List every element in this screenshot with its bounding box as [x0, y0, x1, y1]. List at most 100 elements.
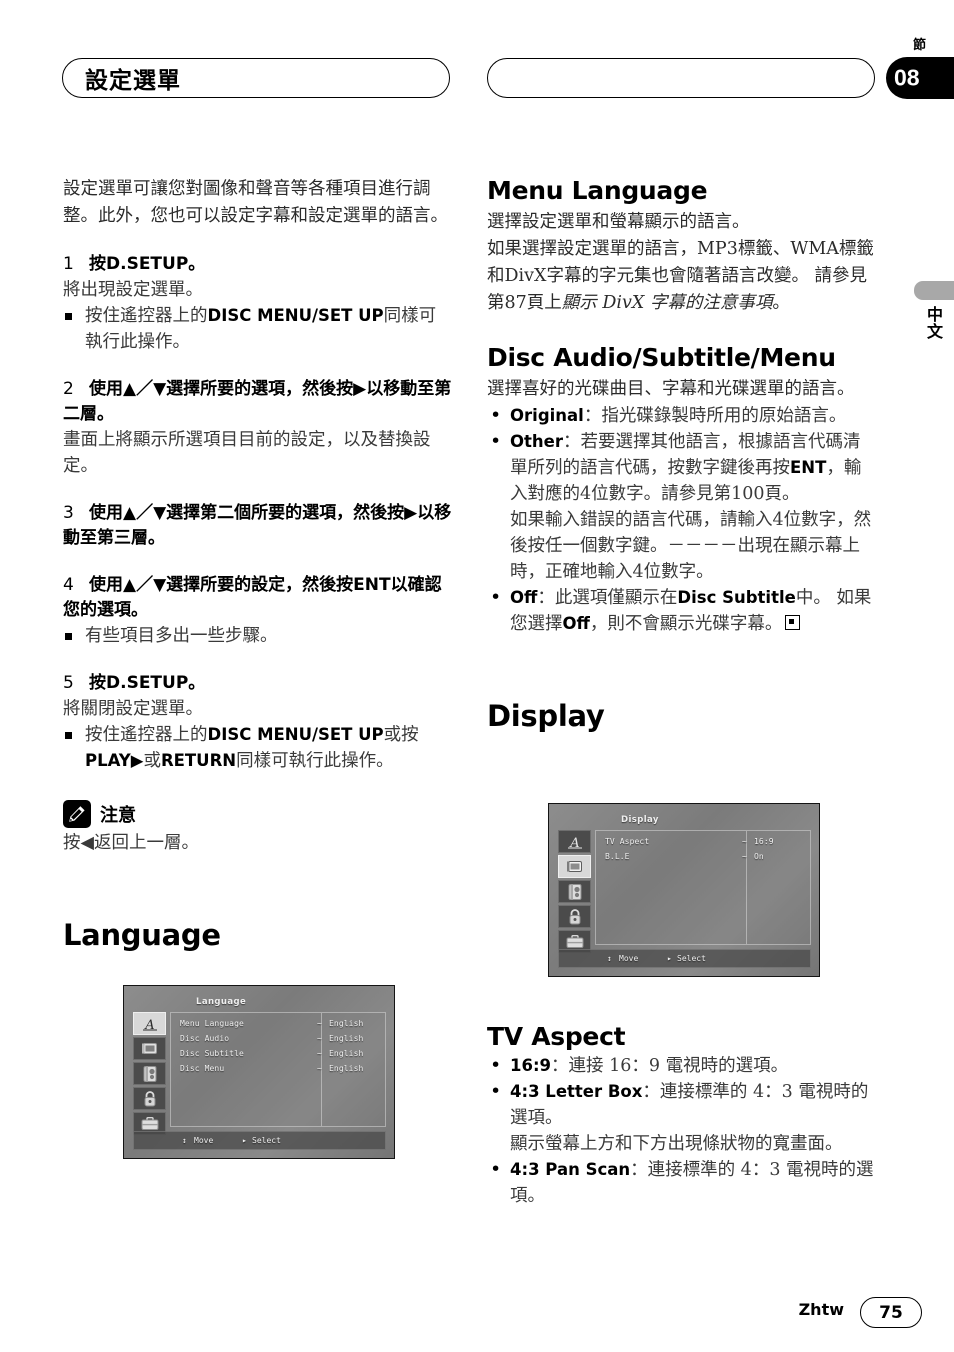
- bullet-key-off: Off: [562, 614, 590, 633]
- step-1-number: 1: [63, 254, 74, 274]
- tv-sep-1: ：: [642, 1082, 660, 1102]
- left-column: 設定選單可讓您對圖像和聲音等各種項目進行調整。此外，您也可以設定字幕和設定選單的…: [63, 176, 453, 962]
- menu-language-line3: 。: [772, 293, 790, 313]
- list-item: Other：若要選擇其他語言，根據語言代碼清單所列的語言代碼，按數字鍵後再按EN…: [487, 428, 877, 585]
- step-5-title: 按D.SETUP。: [89, 673, 206, 693]
- tv-extra-1: 顯示螢幕上方和下方出現條狀物的寬畫面。: [510, 1134, 843, 1154]
- osd-language-title: Language: [196, 997, 247, 1007]
- osd-screenshot-language: Language A Menu Language ~ English Disc …: [123, 985, 395, 1159]
- step-3: 3 使用▲／▼選擇第二個所要的選項，然後按▶以移動至第三層。: [63, 501, 453, 551]
- osd-language-row-3-value: English: [329, 1064, 364, 1073]
- osd-display-icon-rail: A: [558, 830, 591, 955]
- step-5-heading: 5 按D.SETUP。: [63, 671, 453, 696]
- osd-language-row-1-arrow: ~: [317, 1034, 322, 1043]
- page-header: 設定選單 節 08: [0, 0, 954, 120]
- disc-audio-heading: Disc Audio/Subtitle/Menu: [487, 343, 836, 372]
- right-column: Menu Language 選擇設定選單和螢幕顯示的語言。 如果選擇設定選單的語…: [487, 176, 877, 743]
- lock-icon: [133, 1087, 166, 1110]
- osd-display-move-glyph: ↕: [607, 954, 612, 963]
- step-2: 2 使用▲／▼選擇所要的選項，然後按▶以移動至第二層。 畫面上將顯示所選項目目前的…: [63, 377, 453, 479]
- osd-display-select-glyph: ▸: [667, 954, 672, 963]
- step-2-number: 2: [63, 379, 74, 399]
- step-5-note-key1: DISC MENU/SET UP: [207, 725, 384, 744]
- osd-screenshot-display: Display A TV Aspect ~ 16:9 B.L.E ~ On ↕ …: [548, 803, 820, 977]
- osd-display-row-1-arrow: ~: [742, 852, 747, 861]
- end-of-section-marker: [785, 615, 801, 630]
- bullet-sep-0: ：: [583, 406, 602, 426]
- bullet-extra-1: 如果輸入錯誤的語言代碼，請輸入4位數字，然後按任一個數字鍵。－－－－出現在顯示幕…: [510, 510, 872, 582]
- step-5-body: 將關閉設定選單。: [63, 699, 203, 719]
- step-3-title: 使用▲／▼選擇第二個所要的選項，然後按▶以移動至第三層。: [63, 503, 452, 548]
- bullet-term-original: Original: [510, 406, 584, 425]
- osd-display-footer: ↕ Move ▸ Select: [558, 949, 811, 968]
- bullet-term-16-9: 16:9: [510, 1056, 552, 1075]
- step-2-body: 畫面上將顯示所選項目目前的設定，以及替換設定。: [63, 430, 431, 476]
- osd-language-row-2-arrow: ~: [317, 1049, 322, 1058]
- osd-display-title: Display: [621, 815, 659, 825]
- osd-language-row-0: Menu Language ~ English: [171, 1017, 385, 1032]
- bullet-key-disc-subtitle: Disc Subtitle: [677, 588, 796, 607]
- chapter-badge: 08: [886, 57, 954, 99]
- menu-language-heading: Menu Language: [487, 176, 708, 205]
- osd-language-row-1-value: English: [329, 1034, 364, 1043]
- section-title-pill: 設定選單: [62, 58, 450, 98]
- step-5-note-pre: 按住遙控器上的: [85, 725, 208, 745]
- osd-language-row-1: Disc Audio ~ English: [171, 1032, 385, 1047]
- lock-icon: [558, 905, 591, 928]
- bullet-term-off: Off: [510, 588, 538, 607]
- osd-display-row-0-value: 16:9: [754, 837, 774, 846]
- osd-language-footer: ↕ Move ▸ Select: [133, 1131, 386, 1150]
- step-1-body: 將出現設定選單。: [63, 280, 203, 300]
- page-title: 設定選單: [85, 68, 181, 94]
- display-icon: [133, 1037, 166, 1060]
- header-right-pill: [487, 58, 875, 98]
- bullet-sep-1: ：: [563, 432, 581, 452]
- step-5-note-mid: 或按: [383, 725, 419, 745]
- step-5-number: 5: [63, 673, 74, 693]
- bullet-sep-2: ：: [537, 588, 555, 608]
- osd-display-row-1-value: On: [754, 852, 764, 861]
- step-5-note-key2: PLAY▶: [85, 751, 144, 770]
- step-1-note: 按住遙控器上的DISC MENU/SET UP同樣可執行此操作。: [63, 303, 453, 355]
- language-icon: A: [558, 830, 591, 853]
- tv-text-0: 連接 16：9 電視時的選項。: [568, 1056, 789, 1076]
- step-5-note-post: 同樣可執行此操作。: [236, 751, 394, 771]
- note-body: 按◀返回上一層。: [63, 833, 199, 853]
- step-4-number: 4: [63, 575, 74, 595]
- disc-audio-intro: 選擇喜好的光碟曲目、字幕和光碟選單的語言。: [487, 379, 855, 399]
- osd-language-row-3: Disc Menu ~ English: [171, 1062, 385, 1077]
- step-3-number: 3: [63, 503, 74, 523]
- osd-display-row-0-label: TV Aspect: [605, 837, 650, 846]
- osd-language-row-2-value: English: [329, 1049, 364, 1058]
- osd-display-row-1-label: B.L.E: [605, 852, 630, 861]
- intro-paragraph: 設定選單可讓您對圖像和聲音等各種項目進行調整。此外，您也可以設定字幕和設定選單的…: [63, 179, 448, 226]
- step-4: 4 使用▲／▼選擇所要的設定，然後按ENT以確認您的選項。 有些項目多出一些步驟。: [63, 573, 453, 649]
- step-1: 1 按D.SETUP。 將出現設定選單。 按住遙控器上的DISC MENU/SET…: [63, 252, 453, 355]
- audio-icon: [558, 880, 591, 903]
- osd-language-row-3-arrow: ~: [317, 1064, 322, 1073]
- step-5-note-mid2: 或: [143, 751, 161, 771]
- osd-language-row-2: Disc Subtitle ~ English: [171, 1047, 385, 1062]
- osd-display-row-0: TV Aspect ~ 16:9: [596, 835, 810, 850]
- list-item: 4:3 Pan Scan：連接標準的 4：3 電視時的選項。: [487, 1156, 877, 1209]
- display-icon: [558, 855, 591, 878]
- pencil-icon: [63, 800, 91, 828]
- step-1-note-pre: 按住遙控器上的: [85, 306, 208, 326]
- step-4-title: 使用▲／▼選擇所要的設定，然後按ENT以確認您的選項。: [63, 575, 442, 620]
- tv-sep-2: ：: [630, 1160, 648, 1180]
- tv-aspect-heading: TV Aspect: [487, 1022, 626, 1051]
- list-item: Off：此選項僅顯示在Disc Subtitle中。 如果您選擇Off，則不會顯…: [487, 584, 877, 637]
- osd-language-move-glyph: ↕: [182, 1136, 187, 1145]
- step-2-title: 使用▲／▼選擇所要的選項，然後按▶以移動至第二層。: [63, 379, 452, 424]
- tv-aspect-bullet-list: 16:9：連接 16：9 電視時的選項。 4:3 Letter Box：連接標準…: [487, 1052, 877, 1209]
- step-1-title: 按D.SETUP。: [89, 254, 206, 274]
- bullet-term-panscan: 4:3 Pan Scan: [510, 1160, 631, 1179]
- disc-audio-bullet-list: Original：指光碟錄製時所用的原始語言。 Other：若要選擇其他語言，根…: [487, 402, 877, 637]
- step-4-heading: 4 使用▲／▼選擇所要的設定，然後按ENT以確認您的選項。: [63, 573, 453, 623]
- note-header: 注意: [63, 800, 453, 828]
- language-icon: A: [133, 1012, 166, 1035]
- display-heading: Display: [487, 699, 605, 733]
- osd-language-move-label: Move: [194, 1136, 214, 1145]
- osd-language-icon-rail: A: [133, 1012, 166, 1137]
- bullet-text-2c: ，則不會顯示光碟字幕。: [589, 614, 783, 634]
